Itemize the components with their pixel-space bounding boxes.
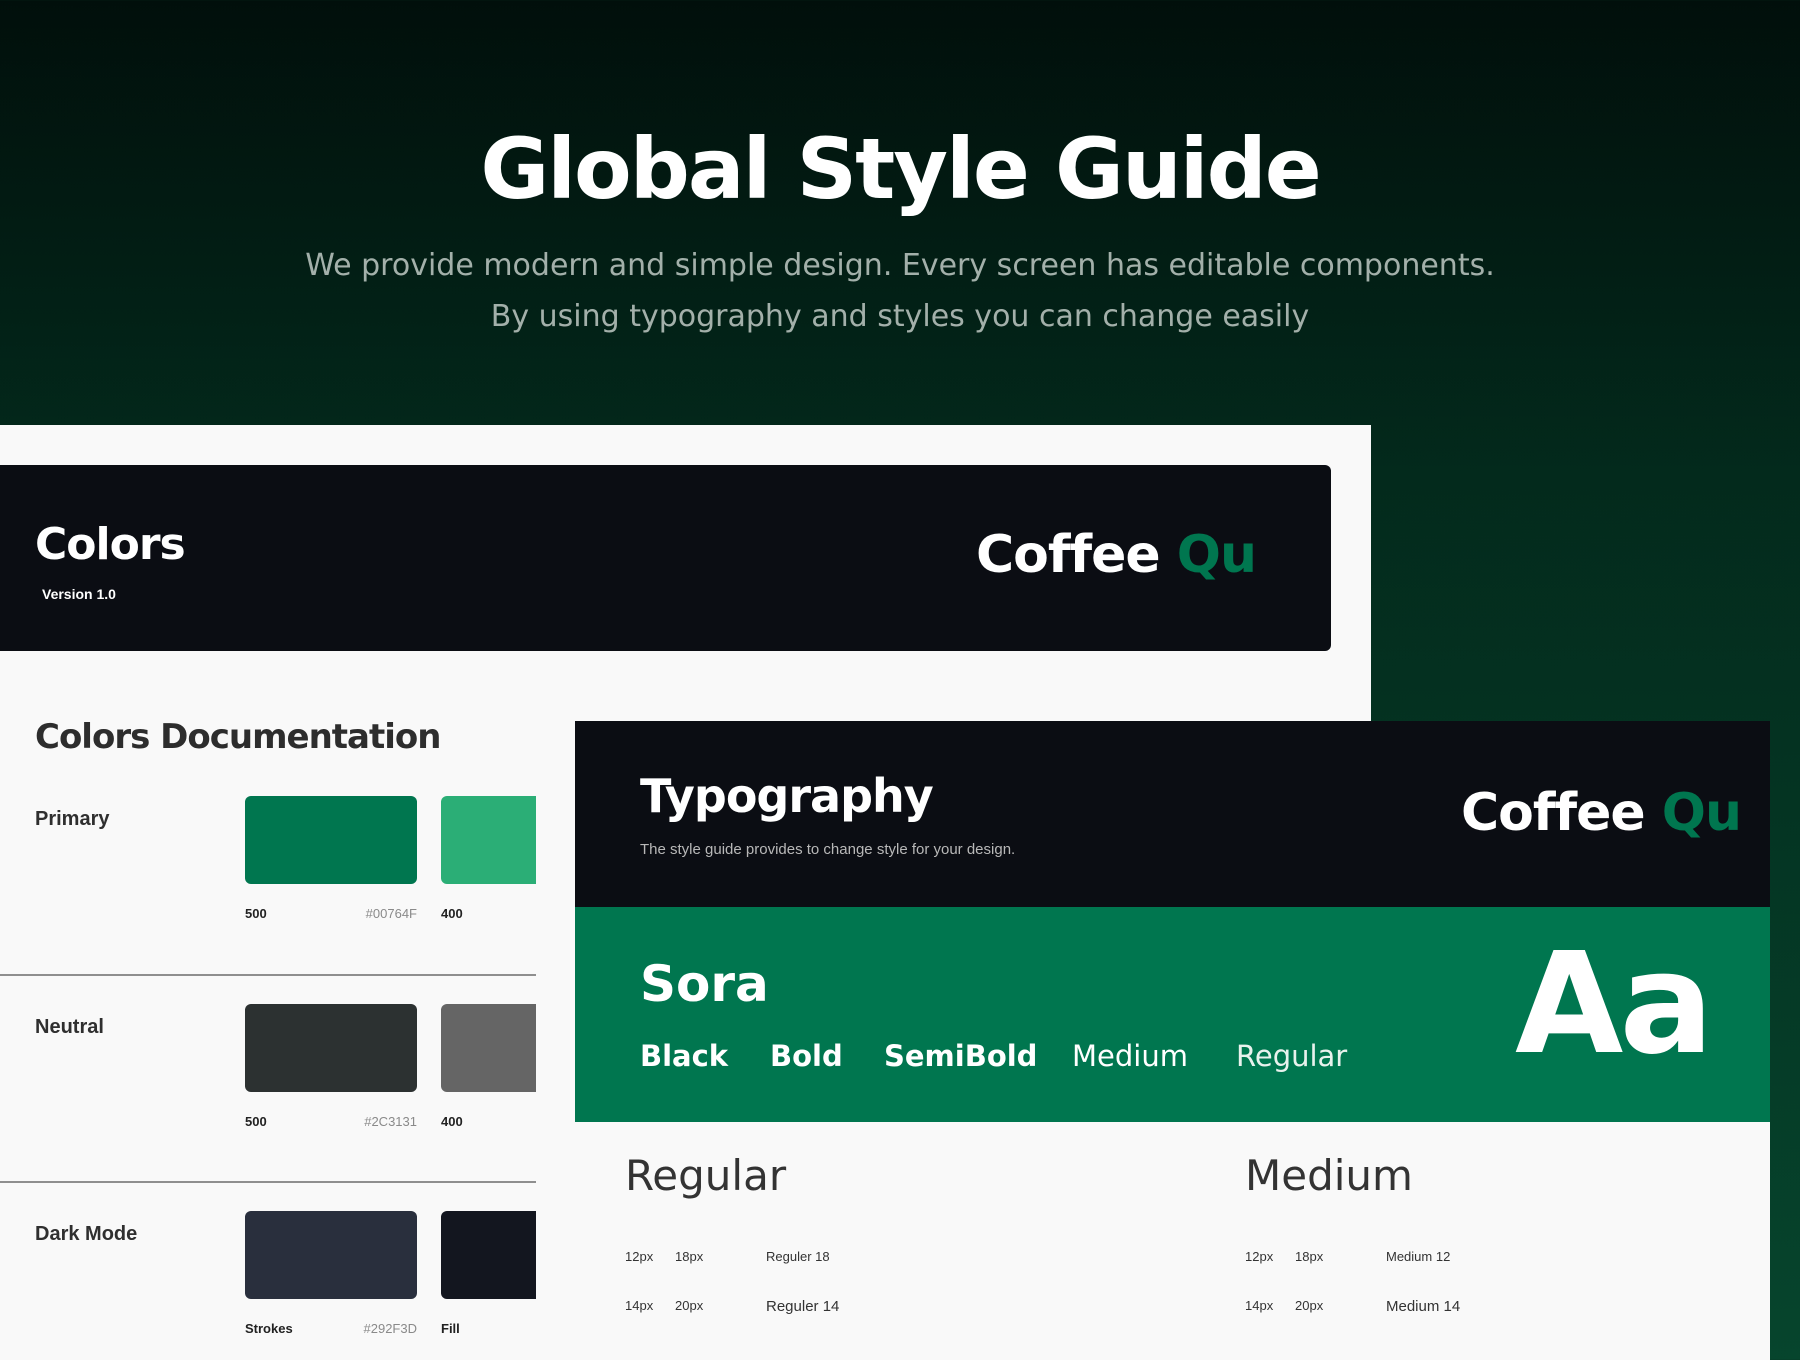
weight-regular: Regular bbox=[1236, 1039, 1348, 1073]
color-swatch[interactable] bbox=[441, 1004, 536, 1092]
weight-bold: Bold bbox=[770, 1039, 843, 1073]
color-swatch[interactable] bbox=[245, 796, 417, 884]
spec-style-name: Reguler 18 bbox=[766, 1249, 830, 1264]
spec-row: 12px 18px Reguler 18 bbox=[625, 1249, 1125, 1269]
brand-logo: Coffee Qu bbox=[1461, 783, 1742, 843]
color-swatch[interactable] bbox=[441, 1211, 536, 1299]
swatch-shade: Strokes bbox=[245, 1321, 293, 1336]
color-row-neutral: Neutral 500 #2C3131 400 bbox=[0, 1004, 536, 1216]
color-row-label: Dark Mode bbox=[35, 1223, 138, 1245]
color-row-dark-mode: Dark Mode Strokes #292F3D Fill bbox=[0, 1211, 536, 1360]
color-swatch[interactable] bbox=[245, 1004, 417, 1092]
color-row-label: Neutral bbox=[35, 1016, 104, 1038]
weight-semibold: SemiBold bbox=[884, 1039, 1038, 1073]
row-divider bbox=[0, 1181, 536, 1183]
spec-style-name: Medium 14 bbox=[1386, 1298, 1461, 1315]
swatch-shade: 500 bbox=[245, 906, 267, 921]
spec-size: 14px bbox=[1245, 1298, 1274, 1313]
spec-size: 12px bbox=[1245, 1249, 1274, 1264]
font-sample-glyphs: Aa bbox=[1515, 923, 1714, 1086]
colors-header: Colors Version 1.0 Coffee Qu bbox=[0, 465, 1331, 651]
colors-title: Colors bbox=[35, 519, 186, 570]
swatch-hex: #292F3D bbox=[363, 1321, 417, 1336]
weight-black: Black bbox=[640, 1039, 729, 1073]
swatch-hex: #2C3131 bbox=[364, 1114, 417, 1129]
spec-row: 12px 18px Medium 12 bbox=[1245, 1249, 1745, 1269]
brand-logo-part-1: Coffee bbox=[976, 525, 1161, 585]
spec-size: 14px bbox=[625, 1298, 654, 1313]
typography-card: Typography The style guide provides to c… bbox=[575, 721, 1770, 1360]
swatch-shade: 400 bbox=[441, 906, 463, 921]
spec-row: 14px 20px Reguler 14 bbox=[625, 1298, 1125, 1318]
swatch-shade: 500 bbox=[245, 1114, 267, 1129]
brand-logo-part-1: Coffee bbox=[1461, 783, 1646, 843]
color-row-primary: Primary 500 #00764F 400 bbox=[0, 796, 536, 1008]
typography-description: The style guide provides to change style… bbox=[640, 841, 1016, 858]
page-subtitle-line-2: By using typography and styles you can c… bbox=[490, 299, 1310, 334]
font-family-band: Sora Black Bold SemiBold Medium Regular … bbox=[575, 907, 1770, 1122]
brand-logo-part-2: Qu bbox=[1661, 783, 1742, 843]
brand-logo: Coffee Qu bbox=[976, 525, 1257, 585]
spec-line-height: 20px bbox=[675, 1298, 704, 1313]
row-divider bbox=[0, 974, 536, 976]
spec-line-height: 20px bbox=[1295, 1298, 1324, 1313]
page-subtitle-line-1: We provide modern and simple design. Eve… bbox=[305, 248, 1495, 283]
brand-logo-part-2: Qu bbox=[1176, 525, 1257, 585]
font-family-name: Sora bbox=[640, 955, 769, 1013]
swatch-shade: Fill bbox=[441, 1321, 460, 1336]
page-title: Global Style Guide bbox=[480, 120, 1321, 218]
spec-line-height: 18px bbox=[1295, 1249, 1324, 1264]
swatch-hex: #00764F bbox=[365, 906, 417, 921]
spec-size: 12px bbox=[625, 1249, 654, 1264]
color-swatch[interactable] bbox=[441, 796, 536, 884]
color-swatch[interactable] bbox=[245, 1211, 417, 1299]
typography-header: Typography The style guide provides to c… bbox=[575, 721, 1770, 907]
weight-medium: Medium bbox=[1072, 1039, 1188, 1073]
spec-row: 14px 20px Medium 14 bbox=[1245, 1298, 1745, 1318]
color-row-label: Primary bbox=[35, 808, 110, 830]
spec-line-height: 18px bbox=[675, 1249, 704, 1264]
spec-title: Medium bbox=[1245, 1151, 1413, 1200]
spec-style-name: Medium 12 bbox=[1386, 1249, 1451, 1264]
colors-documentation-title: Colors Documentation bbox=[35, 717, 441, 757]
version-label: Version 1.0 bbox=[42, 586, 116, 602]
swatch-shade: 400 bbox=[441, 1114, 463, 1129]
spec-title: Regular bbox=[625, 1151, 787, 1200]
typography-title: Typography bbox=[640, 769, 934, 823]
spec-style-name: Reguler 14 bbox=[766, 1298, 840, 1315]
